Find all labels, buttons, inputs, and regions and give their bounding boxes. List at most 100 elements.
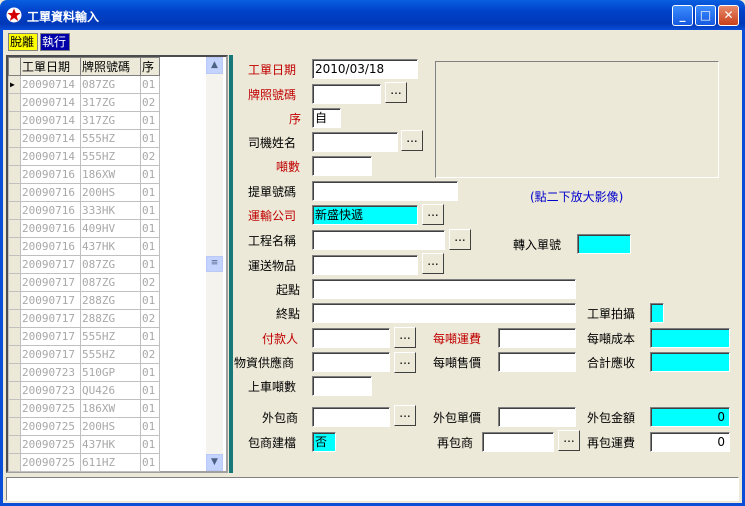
row-indicator[interactable] <box>8 255 21 274</box>
plate-cell[interactable]: 186XW <box>80 165 141 184</box>
scroll-up-button[interactable]: ▲ <box>206 57 223 74</box>
close-button[interactable]: ✕ <box>718 5 739 26</box>
project-field[interactable] <box>312 230 445 250</box>
plate-cell[interactable]: 200HS <box>80 183 141 202</box>
leave-button[interactable]: 脫離 <box>8 33 38 51</box>
row-indicator[interactable] <box>8 273 21 292</box>
seq-cell[interactable]: 01 <box>140 165 160 184</box>
date-field[interactable]: 2010/03/18 <box>312 59 418 79</box>
table-row[interactable]: 20090714 317ZG 01 <box>8 111 160 130</box>
date-cell[interactable]: 20090717 <box>20 255 81 274</box>
receivable-field[interactable] <box>650 352 730 372</box>
row-indicator[interactable] <box>8 435 21 454</box>
table-row[interactable]: 20090717 288ZG 02 <box>8 309 160 328</box>
plate-cell[interactable]: 611HZ <box>80 453 141 472</box>
seq-cell[interactable]: 02 <box>140 345 160 364</box>
plate-cell[interactable]: 555HZ <box>80 147 141 166</box>
row-indicator[interactable] <box>8 453 21 472</box>
payer-lookup-button[interactable]: ... <box>394 327 416 348</box>
date-cell[interactable]: 20090725 <box>20 435 81 454</box>
table-row[interactable]: 20090725 437HK 01 <box>8 435 160 454</box>
date-cell[interactable]: 20090714 <box>20 75 81 94</box>
row-indicator[interactable] <box>8 381 21 400</box>
plate-cell[interactable]: 333HK <box>80 201 141 220</box>
row-indicator[interactable] <box>8 147 21 166</box>
plate-cell[interactable]: 288ZG <box>80 309 141 328</box>
freight-per-ton-field[interactable] <box>498 328 576 348</box>
date-cell[interactable]: 20090714 <box>20 147 81 166</box>
plate-cell[interactable]: 087ZG <box>80 273 141 292</box>
plate-cell[interactable]: 409HV <box>80 219 141 238</box>
resub-field[interactable] <box>482 432 554 452</box>
plate-cell[interactable]: 555HZ <box>80 129 141 148</box>
table-row[interactable]: 20090714 555HZ 01 <box>8 129 160 148</box>
table-row[interactable]: 20090714 317ZG 02 <box>8 93 160 112</box>
date-cell[interactable]: 20090725 <box>20 453 81 472</box>
row-indicator[interactable] <box>8 291 21 310</box>
seq-cell[interactable]: 01 <box>140 75 160 94</box>
plate-lookup-button[interactable]: ... <box>385 82 407 103</box>
row-indicator[interactable] <box>8 327 21 346</box>
row-indicator[interactable] <box>8 165 21 184</box>
plate-cell[interactable]: 555HZ <box>80 327 141 346</box>
date-cell[interactable]: 20090717 <box>20 345 81 364</box>
photo-field[interactable] <box>650 303 664 323</box>
start-field[interactable] <box>312 279 576 299</box>
plate-cell[interactable]: QU426 <box>80 381 141 400</box>
table-row[interactable]: 20090717 288ZG 01 <box>8 291 160 310</box>
seq-cell[interactable]: 01 <box>140 399 160 418</box>
resub-lookup-button[interactable]: ... <box>558 430 580 451</box>
date-cell[interactable]: 20090717 <box>20 309 81 328</box>
row-indicator[interactable] <box>8 129 21 148</box>
seq-cell[interactable]: 01 <box>140 129 160 148</box>
supplier-field[interactable] <box>312 352 390 372</box>
table-row[interactable]: 20090723 510GP 01 <box>8 363 160 382</box>
sub-amount-field[interactable]: 0 <box>650 407 730 427</box>
seq-cell[interactable]: 01 <box>140 435 160 454</box>
seq-cell[interactable]: 01 <box>140 183 160 202</box>
payer-field[interactable] <box>312 328 390 348</box>
record-grid[interactable]: 工單日期 牌照號碼 序 ▶ 20090714 087ZG 01 20090714 317Z… <box>6 55 228 473</box>
company-lookup-button[interactable]: ... <box>422 204 444 225</box>
seq-cell[interactable]: 01 <box>140 255 160 274</box>
table-row[interactable]: ▶ 20090714 087ZG 01 <box>8 75 160 94</box>
seq-cell[interactable]: 01 <box>140 453 160 472</box>
column-header-seq[interactable]: 序 <box>140 57 160 76</box>
table-row[interactable]: 20090717 555HZ 01 <box>8 327 160 346</box>
subcontractor-lookup-button[interactable]: ... <box>394 405 416 426</box>
row-indicator[interactable] <box>8 111 21 130</box>
plate-cell[interactable]: 087ZG <box>80 255 141 274</box>
plate-cell[interactable]: 437HK <box>80 237 141 256</box>
tons-field[interactable] <box>312 156 372 176</box>
plate-cell[interactable]: 186XW <box>80 399 141 418</box>
minimize-button[interactable]: _ <box>672 5 693 26</box>
title-bar[interactable]: 工單資料輸入 _ □ ✕ <box>0 0 745 30</box>
table-row[interactable]: 20090714 555HZ 02 <box>8 147 160 166</box>
scroll-thumb[interactable]: ≡ <box>206 256 223 272</box>
table-row[interactable]: 20090716 200HS 01 <box>8 183 160 202</box>
seq-cell[interactable]: 02 <box>140 93 160 112</box>
resub-freight-field[interactable]: 0 <box>650 432 730 452</box>
cost-per-ton-field[interactable] <box>650 328 730 348</box>
date-cell[interactable]: 20090716 <box>20 201 81 220</box>
plate-cell[interactable]: 288ZG <box>80 291 141 310</box>
table-row[interactable]: 20090723 QU426 01 <box>8 381 160 400</box>
grid-scrollbar[interactable]: ▲ ≡ ▼ <box>206 57 223 471</box>
table-row[interactable]: 20090716 409HV 01 <box>8 219 160 238</box>
row-indicator[interactable] <box>8 417 21 436</box>
seq-cell[interactable]: 01 <box>140 201 160 220</box>
row-indicator[interactable] <box>8 309 21 328</box>
date-cell[interactable]: 20090725 <box>20 417 81 436</box>
seq-cell[interactable]: 01 <box>140 237 160 256</box>
seq-cell[interactable]: 02 <box>140 273 160 292</box>
seq-cell[interactable]: 01 <box>140 291 160 310</box>
load-tons-field[interactable] <box>312 376 372 396</box>
table-row[interactable]: 20090717 087ZG 01 <box>8 255 160 274</box>
goods-field[interactable] <box>312 255 418 275</box>
plate-cell[interactable]: 437HK <box>80 435 141 454</box>
date-cell[interactable]: 20090717 <box>20 327 81 346</box>
row-indicator[interactable] <box>8 345 21 364</box>
run-button[interactable]: 執行 <box>40 33 70 51</box>
row-indicator[interactable] <box>8 237 21 256</box>
table-row[interactable]: 20090716 186XW 01 <box>8 165 160 184</box>
